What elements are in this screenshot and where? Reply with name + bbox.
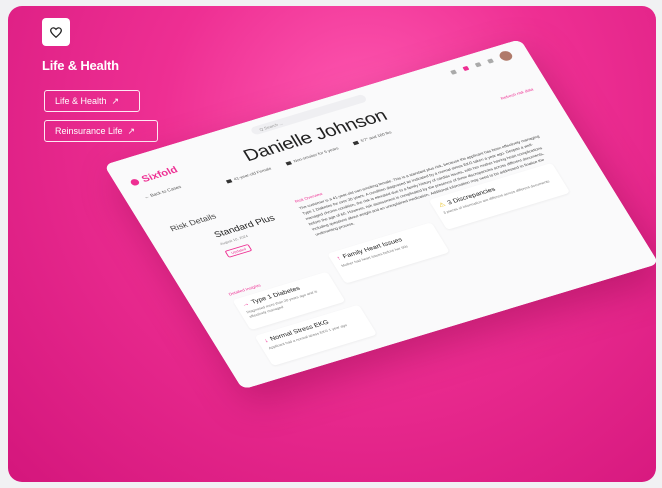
category-icon-box xyxy=(42,18,70,46)
ruler-icon xyxy=(352,140,360,146)
help-icon[interactable] xyxy=(474,61,482,67)
no-smoking-icon xyxy=(285,160,292,166)
app-logo-text: Sixfold xyxy=(139,165,180,185)
grid-icon[interactable] xyxy=(449,69,457,75)
back-to-cases-link[interactable]: ← Back to Cases xyxy=(143,185,182,201)
arrow-up-icon: ↑ xyxy=(335,255,343,262)
hero-card: Life & Health Life & Health ↗ Reinsuranc… xyxy=(8,6,656,482)
bell-icon[interactable] xyxy=(462,65,470,71)
heart-icon xyxy=(50,27,62,39)
meta-age-gender-text: 41-year-old Female xyxy=(232,166,273,182)
arrow-down-icon: ↓ xyxy=(263,337,270,345)
plan-summary: Standard Plus August 10, 2024 Updated xyxy=(213,212,307,277)
link-life-health[interactable]: Life & Health ↗ xyxy=(44,90,140,112)
plan-status-badge: Updated xyxy=(224,243,253,258)
risk-details-title: Risk Details xyxy=(168,211,218,233)
category-title: Life & Health xyxy=(42,58,119,73)
app-screenshot: Sixfold ← Back to Cases Q Search ... Dan… xyxy=(104,39,656,390)
warning-icon: ⚠ xyxy=(437,201,447,209)
link-reinsurance-life-label: Reinsurance Life xyxy=(55,126,123,136)
link-reinsurance-life[interactable]: Reinsurance Life ↗ xyxy=(44,120,158,142)
top-toolbar xyxy=(448,49,515,77)
meta-age-gender: 41-year-old Female xyxy=(225,166,273,184)
arrow-up-right-icon: ↗ xyxy=(111,95,120,106)
arrow-right-icon: → xyxy=(240,300,251,309)
refresh-risk-button[interactable]: Refresh risk data xyxy=(500,87,534,100)
settings-icon[interactable] xyxy=(486,58,494,64)
avatar[interactable] xyxy=(497,49,515,63)
link-life-health-label: Life & Health xyxy=(55,96,107,106)
logo-mark-icon xyxy=(129,178,141,187)
person-icon xyxy=(225,178,233,184)
arrow-up-right-icon: ↗ xyxy=(127,125,136,136)
app-logo: Sixfold xyxy=(128,165,180,188)
insight-card-family-heart[interactable]: ↑Family Heart Issues Mother had heart is… xyxy=(327,222,450,284)
meta-height-weight-text: 5'7" and 160 lbs xyxy=(359,130,393,143)
